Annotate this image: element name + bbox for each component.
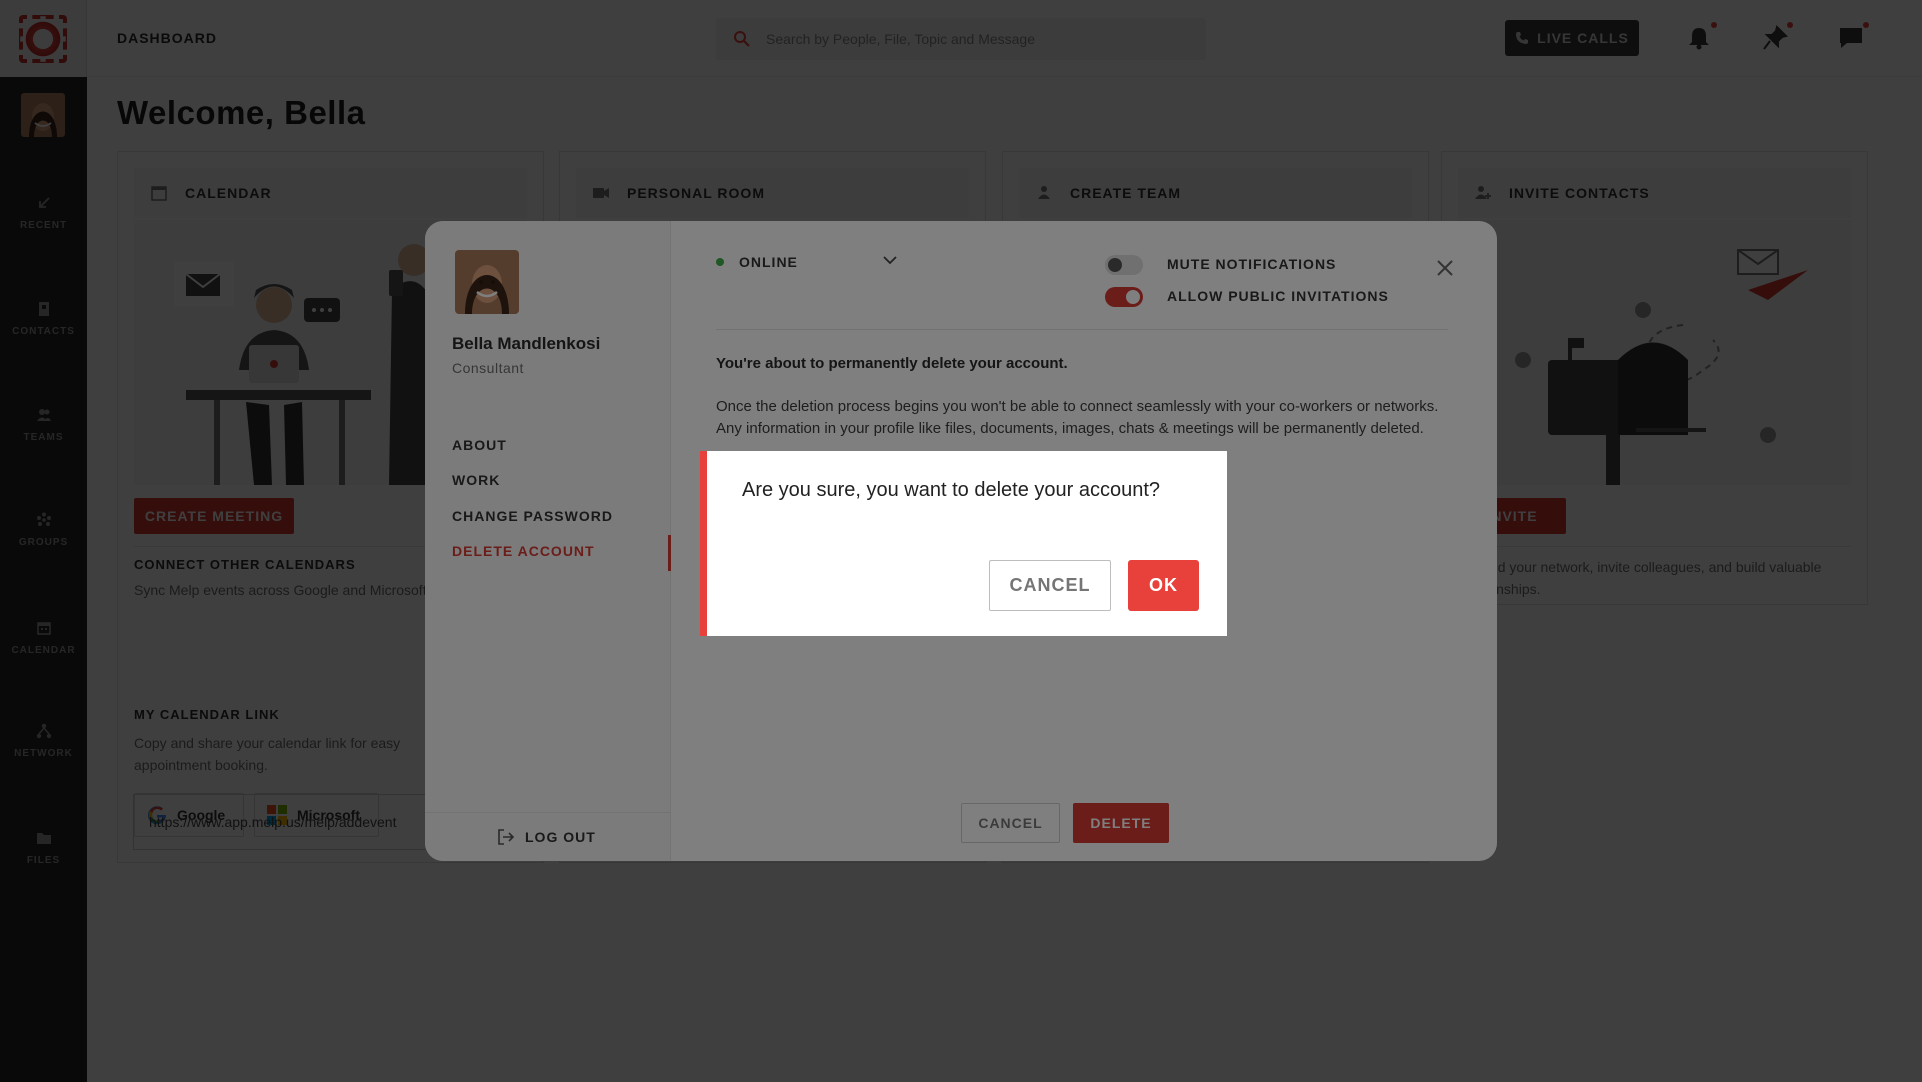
confirm-delete-dialog: Are you sure, you want to delete your ac… [700,451,1227,636]
confirm-ok-button[interactable]: OK [1128,560,1199,611]
confirm-cancel-button[interactable]: CANCEL [989,560,1111,611]
confirm-message: Are you sure, you want to delete your ac… [742,479,1161,501]
